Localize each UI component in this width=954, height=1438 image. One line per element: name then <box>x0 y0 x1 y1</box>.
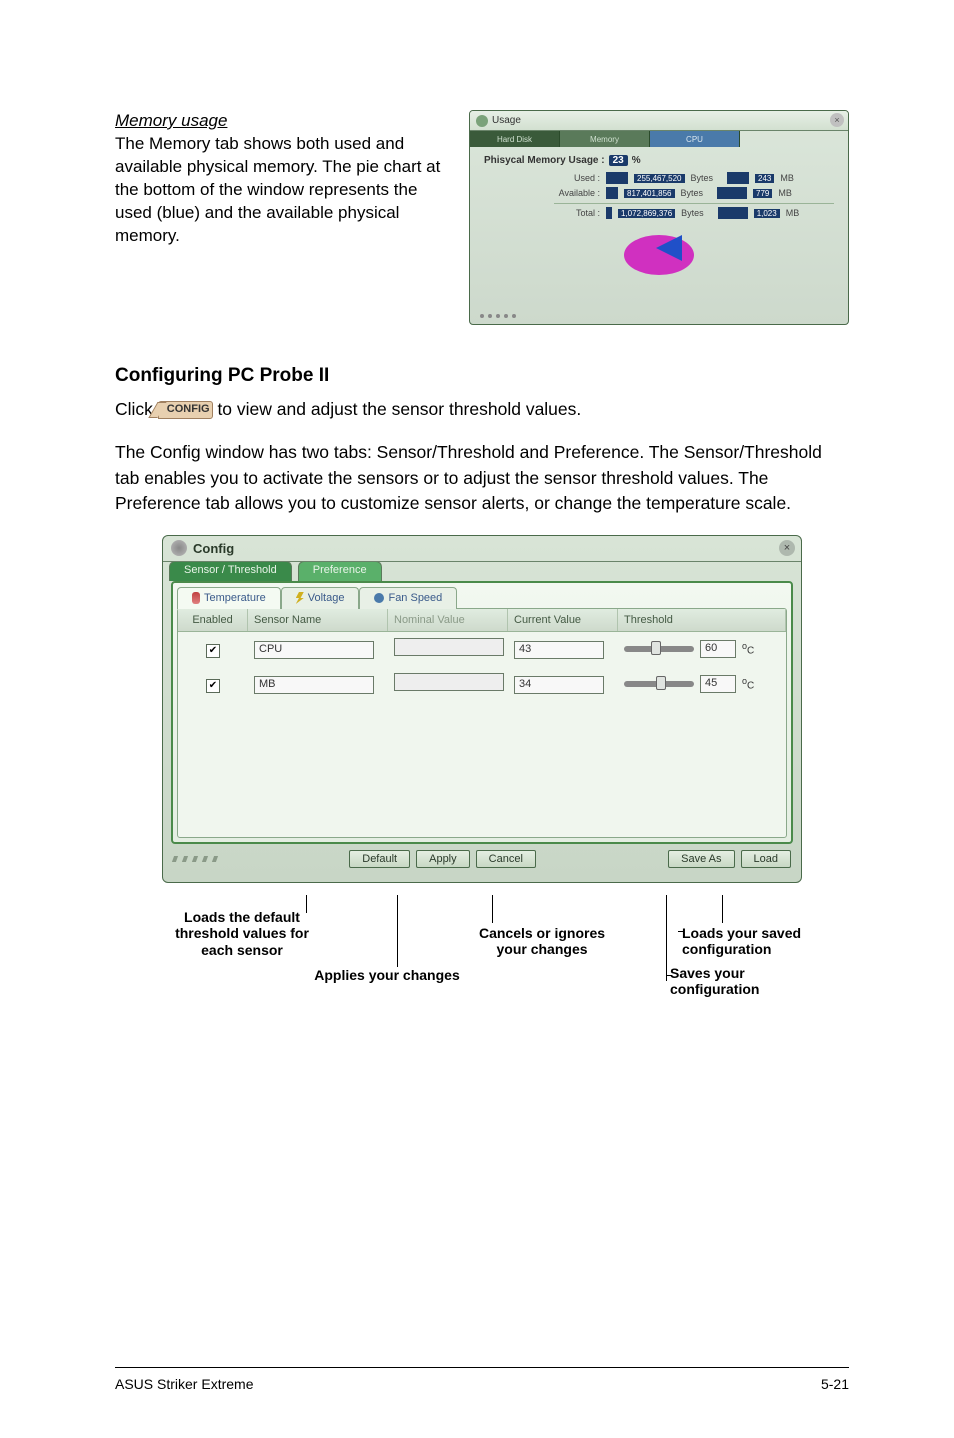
nominal-value-field <box>394 638 504 656</box>
annot-load: Loads your saved configuration <box>682 925 842 959</box>
table-row: ✔ MB 34 45 oC <box>178 667 786 702</box>
sensor-name-field[interactable]: CPU <box>254 641 374 659</box>
config-window: Config × Sensor / Threshold Preference T… <box>162 535 802 883</box>
usage-titlebar: Usage × <box>470 111 848 131</box>
usage-row-used: Used : 255,467,520 Bytes 243 MB <box>554 172 834 184</box>
current-value-field: 34 <box>514 676 604 694</box>
enabled-checkbox[interactable]: ✔ <box>206 679 220 693</box>
config-subtabs: Temperature Voltage Fan Speed <box>177 587 787 609</box>
configuring-click-line: Click CONFIG to view and adjust the sens… <box>115 397 849 422</box>
threshold-field[interactable]: 45 <box>700 675 736 693</box>
page-footer: ASUS Striker Extreme 5-21 <box>115 1367 849 1392</box>
apply-button[interactable]: Apply <box>416 850 470 868</box>
subtab-voltage[interactable]: Voltage <box>281 587 360 609</box>
subtab-temperature[interactable]: Temperature <box>177 587 281 609</box>
enabled-checkbox[interactable]: ✔ <box>206 644 220 658</box>
phys-mem-usage-label: Phisycal Memory Usage : 23 % <box>484 155 834 166</box>
close-icon[interactable]: × <box>830 113 844 127</box>
tab-sensor-threshold[interactable]: Sensor / Threshold <box>169 561 292 581</box>
usage-app-icon <box>476 115 488 127</box>
usage-title: Usage <box>492 115 521 126</box>
configuring-para2: The Config window has two tabs: Sensor/T… <box>115 440 849 516</box>
cancel-button[interactable]: Cancel <box>476 850 536 868</box>
threshold-slider[interactable] <box>624 681 694 687</box>
tab-preference[interactable]: Preference <box>298 561 382 581</box>
memory-usage-body: The Memory tab shows both used and avail… <box>115 134 440 245</box>
config-top-tabs: Sensor / Threshold Preference <box>163 561 801 581</box>
memory-usage-text: Memory usage The Memory tab shows both u… <box>115 110 449 325</box>
thermometer-icon <box>192 592 200 604</box>
load-button[interactable]: Load <box>741 850 791 868</box>
config-title: Config <box>193 541 234 556</box>
annot-saveas: Saves your configuration <box>670 965 820 999</box>
memory-pie-chart <box>624 225 694 275</box>
usage-row-available: Available : 817,401,856 Bytes 779 MB <box>554 187 834 199</box>
threshold-slider[interactable] <box>624 646 694 652</box>
tab-cpu[interactable]: CPU <box>650 131 740 147</box>
usage-window: Usage × Hard Disk Memory CPU Phisycal Me… <box>469 110 849 325</box>
config-button-inline[interactable]: CONFIG <box>158 401 213 419</box>
subtab-fanspeed[interactable]: Fan Speed <box>359 587 457 609</box>
saveas-button[interactable]: Save As <box>668 850 734 868</box>
annot-apply: Applies your changes <box>312 967 462 984</box>
fan-icon <box>374 593 384 603</box>
close-icon[interactable]: × <box>779 540 795 556</box>
memory-usage-heading: Memory usage <box>115 111 227 130</box>
voltage-icon <box>296 592 304 604</box>
current-value-field: 43 <box>514 641 604 659</box>
annot-default: Loads the default threshold values for e… <box>160 909 324 959</box>
annot-cancel: Cancels or ignores your changes <box>472 925 612 959</box>
nominal-value-field <box>394 673 504 691</box>
unit-label: oC <box>742 676 754 691</box>
tab-harddisk[interactable]: Hard Disk <box>470 131 560 147</box>
threshold-field[interactable]: 60 <box>700 640 736 658</box>
gear-icon <box>171 540 187 556</box>
config-table-header: Enabled Sensor Name Nominal Value Curren… <box>178 609 786 632</box>
tab-memory[interactable]: Memory <box>560 131 650 147</box>
default-button[interactable]: Default <box>349 850 410 868</box>
configuring-heading: Configuring PC Probe II <box>115 365 849 387</box>
usage-row-total: Total : 1,072,869,376 Bytes 1,023 MB <box>554 207 834 219</box>
footer-right: 5-21 <box>821 1376 849 1392</box>
unit-label: oC <box>742 641 754 656</box>
decorative-ticks <box>173 856 217 862</box>
pager-dots <box>480 314 516 318</box>
footer-left: ASUS Striker Extreme <box>115 1376 253 1392</box>
table-row: ✔ CPU 43 60 oC <box>178 632 786 667</box>
sensor-name-field[interactable]: MB <box>254 676 374 694</box>
config-titlebar: Config × <box>163 536 801 562</box>
usage-tabs: Hard Disk Memory CPU <box>470 131 848 147</box>
